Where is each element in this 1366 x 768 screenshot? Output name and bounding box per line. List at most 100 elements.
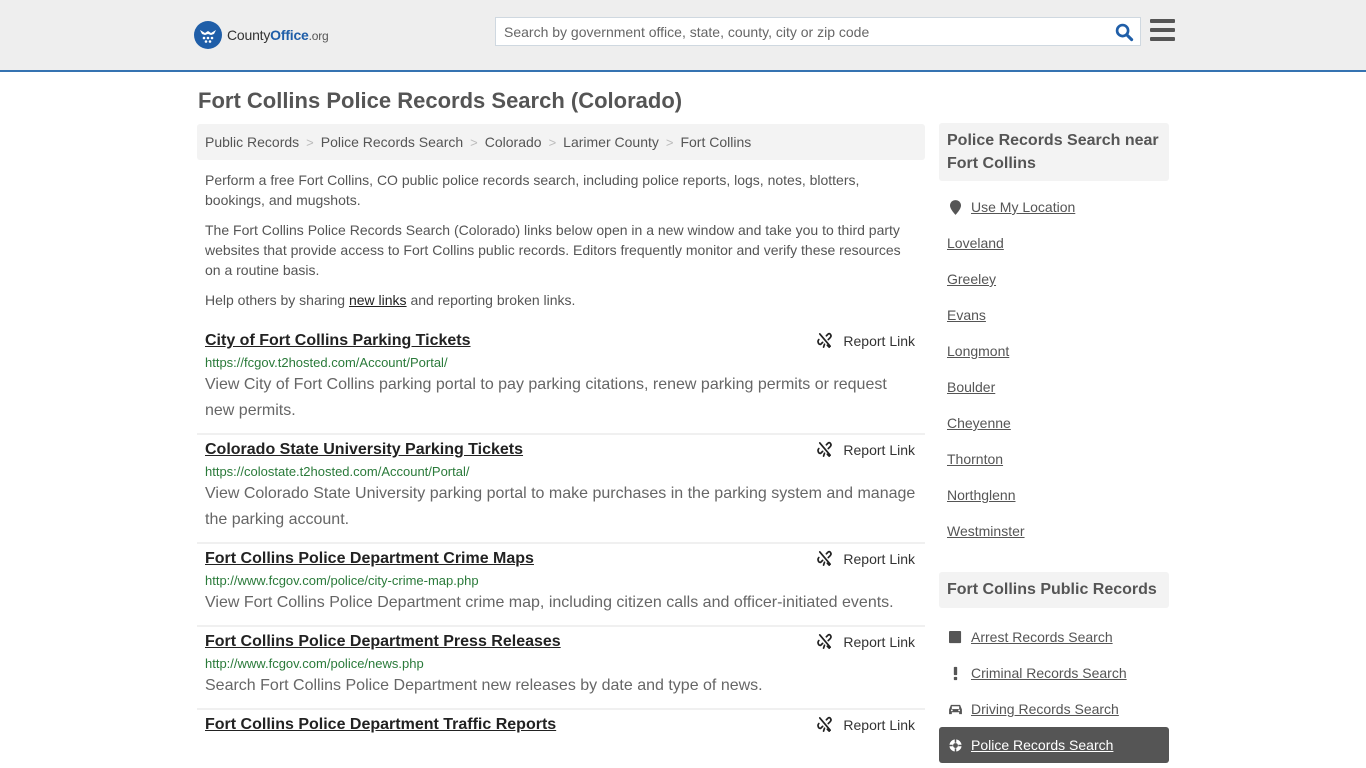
result-title-link[interactable]: Fort Collins Police Department Press Rel… — [205, 632, 561, 652]
menu-bar-icon — [1150, 19, 1175, 23]
result-title-link[interactable]: City of Fort Collins Parking Tickets — [205, 331, 471, 351]
report-link-button[interactable]: Report Link — [816, 441, 915, 458]
intro-p3-after: and reporting broken links. — [406, 292, 576, 308]
search-input[interactable] — [496, 18, 1096, 45]
nearby-cities-list: Use My Location Loveland Greeley Evans L… — [939, 189, 1169, 549]
broken-link-icon — [817, 633, 833, 649]
nearby-city-item[interactable]: Thornton — [939, 441, 1169, 477]
report-link-label: Report Link — [843, 716, 915, 733]
sidebar-item-criminal-records[interactable]: Criminal Records Search — [939, 655, 1169, 691]
city-link-evans[interactable]: Evans — [947, 307, 986, 323]
breadcrumb-separator: > — [306, 134, 314, 150]
criminal-records-link[interactable]: Criminal Records Search — [971, 665, 1127, 681]
city-link-greeley[interactable]: Greeley — [947, 271, 996, 287]
nearby-city-item[interactable]: Loveland — [939, 225, 1169, 261]
city-link-northglenn[interactable]: Northglenn — [947, 487, 1016, 503]
nearby-city-item[interactable]: Longmont — [939, 333, 1169, 369]
city-link-thornton[interactable]: Thornton — [947, 451, 1003, 467]
intro-p3-before: Help others by sharing — [205, 292, 349, 308]
results-list: City of Fort Collins Parking Tickets Rep… — [197, 326, 925, 744]
page-title: Fort Collins Police Records Search (Colo… — [198, 88, 683, 113]
intro-paragraph-3: Help others by sharing new links and rep… — [205, 290, 917, 310]
result-url: https://fcgov.t2hosted.com/Account/Porta… — [205, 355, 448, 370]
breadcrumb-fort-collins[interactable]: Fort Collins — [680, 134, 751, 150]
result-description: View Fort Collins Police Department crim… — [205, 594, 894, 611]
sidebar-item-driving-records[interactable]: Driving Records Search — [939, 691, 1169, 727]
result-description: View City of Fort Collins parking portal… — [205, 376, 887, 419]
report-link-button[interactable]: Report Link — [816, 716, 915, 733]
city-link-loveland[interactable]: Loveland — [947, 235, 1004, 251]
square-icon — [947, 630, 963, 644]
logo-eagle-icon — [194, 21, 222, 49]
search-button[interactable] — [1113, 21, 1135, 43]
use-my-location-item[interactable]: Use My Location — [939, 189, 1169, 225]
result-description: View Colorado State University parking p… — [205, 485, 916, 528]
arrest-records-link[interactable]: Arrest Records Search — [971, 629, 1113, 645]
use-my-location-link[interactable]: Use My Location — [971, 199, 1075, 215]
nearby-city-item[interactable]: Cheyenne — [939, 405, 1169, 441]
report-link-button[interactable]: Report Link — [816, 332, 915, 349]
result-item: Fort Collins Police Department Press Rel… — [197, 627, 925, 710]
nearby-city-item[interactable]: Boulder — [939, 369, 1169, 405]
nearby-city-item[interactable]: Westminster — [939, 513, 1169, 549]
nearby-city-item[interactable]: Evans — [939, 297, 1169, 333]
sidebar-nearby: Police Records Search near Fort Collins … — [939, 123, 1169, 549]
sidebar-public-records-heading: Fort Collins Public Records — [939, 572, 1169, 608]
site-logo[interactable]: CountyOffice.org — [194, 21, 329, 49]
report-link-label: Report Link — [843, 332, 915, 349]
map-marker-icon — [947, 199, 963, 215]
crosshair-icon — [947, 738, 963, 753]
result-url: http://www.fcgov.com/police/city-crime-m… — [205, 573, 479, 588]
breadcrumb-public-records[interactable]: Public Records — [205, 134, 299, 150]
breadcrumb-police-records-search[interactable]: Police Records Search — [321, 134, 463, 150]
logo-text: CountyOffice.org — [227, 27, 329, 43]
result-title-link[interactable]: Colorado State University Parking Ticket… — [205, 440, 523, 460]
logo-office: Office — [270, 27, 309, 43]
breadcrumb-separator: > — [470, 134, 478, 150]
search-icon — [1115, 23, 1133, 41]
nearby-city-item[interactable]: Northglenn — [939, 477, 1169, 513]
hamburger-menu-button[interactable] — [1150, 19, 1175, 41]
sidebar-item-arrest-records[interactable]: Arrest Records Search — [939, 619, 1169, 655]
report-link-button[interactable]: Report Link — [816, 550, 915, 567]
menu-bar-icon — [1150, 37, 1175, 41]
new-links-link[interactable]: new links — [349, 292, 407, 308]
city-link-westminster[interactable]: Westminster — [947, 523, 1025, 539]
car-icon — [947, 704, 963, 715]
police-records-link[interactable]: Police Records Search — [971, 737, 1113, 753]
broken-link-icon — [817, 332, 833, 348]
result-title-link[interactable]: Fort Collins Police Department Crime Map… — [205, 549, 534, 569]
menu-bar-icon — [1150, 28, 1175, 32]
report-link-button[interactable]: Report Link — [816, 633, 915, 650]
breadcrumb-separator: > — [548, 134, 557, 150]
nearby-city-item[interactable]: Greeley — [939, 261, 1169, 297]
breadcrumb-colorado[interactable]: Colorado — [485, 134, 542, 150]
sidebar-item-police-records[interactable]: Police Records Search — [939, 727, 1169, 763]
broken-link-icon — [817, 441, 833, 457]
city-link-cheyenne[interactable]: Cheyenne — [947, 415, 1011, 431]
city-link-boulder[interactable]: Boulder — [947, 379, 995, 395]
broken-link-icon — [817, 716, 833, 732]
public-records-list: Arrest Records Search Criminal Records S… — [939, 619, 1169, 763]
sidebar-public-records: Fort Collins Public Records Arrest Recor… — [939, 572, 1169, 763]
result-description: Search Fort Collins Police Department ne… — [205, 677, 763, 694]
exclamation-icon — [947, 666, 963, 681]
broken-link-icon — [817, 550, 833, 566]
report-link-label: Report Link — [843, 441, 915, 458]
result-url: https://colostate.t2hosted.com/Account/P… — [205, 464, 470, 479]
logo-county: County — [227, 27, 271, 43]
intro-paragraph-1: Perform a free Fort Collins, CO public p… — [205, 172, 860, 208]
result-item: Colorado State University Parking Ticket… — [197, 435, 925, 544]
result-title-link[interactable]: Fort Collins Police Department Traffic R… — [205, 715, 556, 735]
result-item: Fort Collins Police Department Crime Map… — [197, 544, 925, 627]
result-url: http://www.fcgov.com/police/news.php — [205, 656, 424, 671]
report-link-label: Report Link — [843, 550, 915, 567]
driving-records-link[interactable]: Driving Records Search — [971, 701, 1119, 717]
breadcrumb-larimer-county[interactable]: Larimer County — [563, 134, 659, 150]
intro-text: Perform a free Fort Collins, CO public p… — [205, 170, 917, 320]
city-link-longmont[interactable]: Longmont — [947, 343, 1009, 359]
report-link-label: Report Link — [843, 633, 915, 650]
logo-tld: .org — [308, 29, 329, 43]
sidebar-nearby-heading: Police Records Search near Fort Collins — [939, 123, 1169, 181]
search-bar — [495, 17, 1141, 46]
